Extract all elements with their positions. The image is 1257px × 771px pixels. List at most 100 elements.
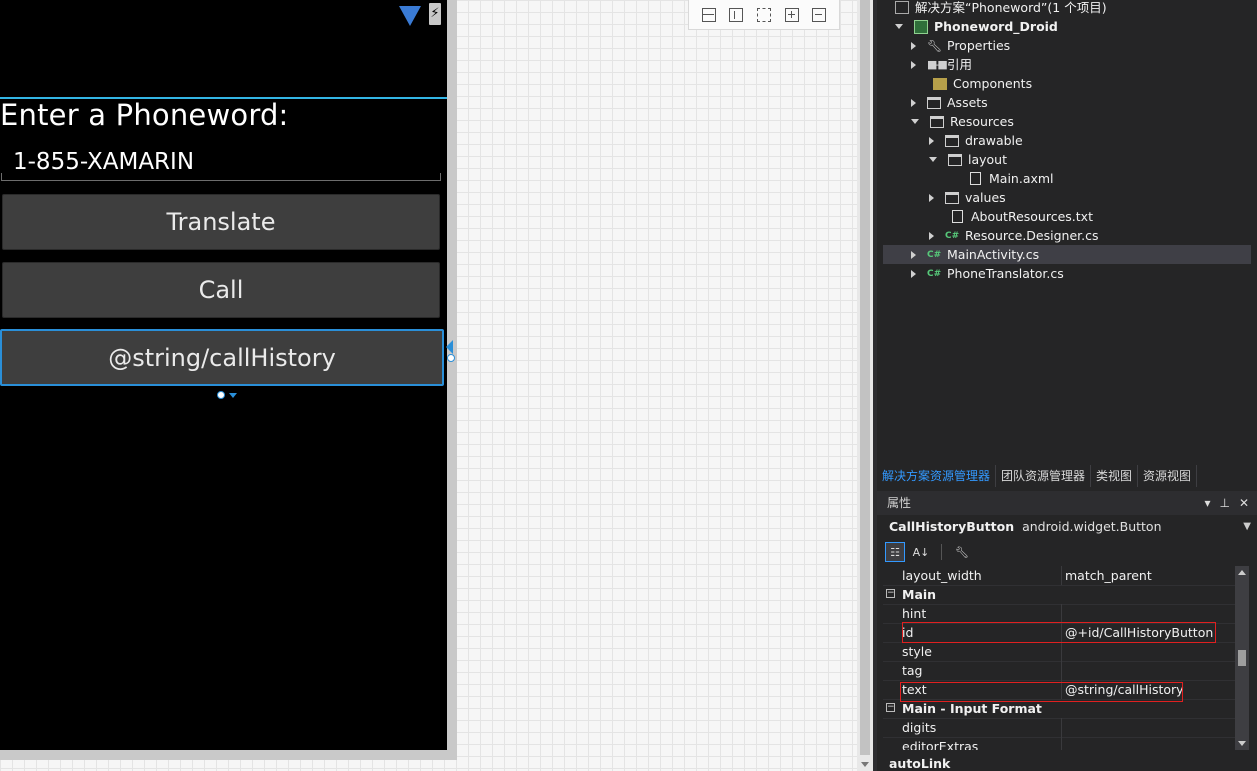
project-node[interactable]: Phoneword_Droid bbox=[895, 17, 1058, 36]
tree-item-label: AboutResources.txt bbox=[971, 209, 1093, 224]
object-selector[interactable]: CallHistoryButton android.widget.Button … bbox=[877, 515, 1257, 539]
tree-item-label: PhoneTranslator.cs bbox=[947, 266, 1064, 281]
tree-item-label: MainActivity.cs bbox=[947, 247, 1040, 262]
property-row-editorextras[interactable]: editorExtras bbox=[883, 737, 1235, 750]
property-grid-scrollbar[interactable] bbox=[1235, 566, 1249, 750]
scroll-down-icon[interactable] bbox=[1238, 741, 1246, 746]
solution-node[interactable]: 解决方案“Phoneword”(1 个项目) bbox=[895, 0, 1107, 17]
layout-view-icon[interactable] bbox=[701, 7, 716, 22]
scrollbar-thumb[interactable] bbox=[860, 0, 870, 755]
scrollbar-thumb[interactable] bbox=[1238, 650, 1246, 666]
close-icon[interactable]: ✕ bbox=[1239, 491, 1249, 515]
property-row-autolink[interactable]: autoLink bbox=[889, 756, 950, 771]
categorized-icon[interactable]: ☷ bbox=[885, 542, 905, 562]
expand-arrow-icon[interactable] bbox=[895, 24, 903, 29]
column-divider bbox=[1061, 718, 1062, 737]
property-pages-icon[interactable]: 🔧︎ bbox=[952, 542, 972, 562]
column-divider bbox=[1061, 661, 1062, 680]
actual-size-icon[interactable] bbox=[729, 7, 744, 22]
property-row-hint[interactable]: hint bbox=[883, 604, 1235, 624]
tree-item-resource-designer[interactable]: C# Resource.Designer.cs bbox=[929, 226, 1099, 245]
collapse-arrow-icon[interactable] bbox=[929, 136, 934, 145]
tree-item-assets[interactable]: Assets bbox=[911, 93, 988, 112]
tree-item-references[interactable]: ■-■ 引用 bbox=[911, 55, 972, 74]
tree-item-components[interactable]: Components bbox=[911, 74, 1032, 93]
collapse-arrow-icon[interactable] bbox=[911, 41, 916, 50]
android-device-preview[interactable]: ⚡ Enter a Phoneword: 1-855-XAMARIN Trans… bbox=[0, 0, 447, 750]
property-value[interactable]: match_parent bbox=[1065, 566, 1152, 585]
tree-item-phonetranslator[interactable]: C# PhoneTranslator.cs bbox=[911, 264, 1064, 283]
category-label: Main - Input Format bbox=[902, 701, 1042, 716]
phoneword-label[interactable]: Enter a Phoneword: bbox=[0, 98, 289, 132]
property-row-tag[interactable]: tag bbox=[883, 661, 1235, 681]
collapse-arrow-icon[interactable] bbox=[911, 269, 916, 278]
tree-item-label: Main.axml bbox=[989, 171, 1054, 186]
property-value[interactable]: @+id/CallHistoryButton bbox=[1065, 623, 1213, 642]
scroll-down-icon[interactable] bbox=[861, 762, 869, 767]
category-main[interactable]: − Main bbox=[883, 585, 1235, 605]
property-row-id[interactable]: id @+id/CallHistoryButton bbox=[883, 623, 1235, 643]
anchor-dot-right[interactable] bbox=[447, 354, 455, 362]
wrench-icon: 🔧︎ bbox=[927, 38, 943, 53]
zoom-in-icon[interactable] bbox=[784, 7, 799, 22]
collapse-arrow-icon[interactable] bbox=[929, 231, 934, 240]
collapse-category-icon[interactable]: − bbox=[886, 703, 895, 712]
property-row-text[interactable]: text @string/callHistory bbox=[883, 680, 1235, 700]
chevron-down-icon[interactable]: ▼ bbox=[1243, 515, 1251, 539]
property-name: digits bbox=[902, 720, 937, 735]
collapse-arrow-icon[interactable] bbox=[911, 60, 916, 69]
call-button[interactable]: Call bbox=[2, 262, 440, 318]
collapse-arrow-icon[interactable] bbox=[911, 250, 916, 259]
dropdown-arrow-icon[interactable]: ▾ bbox=[1204, 491, 1210, 515]
tab-resource-view[interactable]: 资源视图 bbox=[1138, 465, 1198, 487]
fit-to-window-icon[interactable] bbox=[756, 7, 771, 22]
components-icon bbox=[933, 77, 947, 90]
tab-solution-explorer[interactable]: 解决方案资源管理器 bbox=[877, 465, 997, 487]
tree-item-label: Assets bbox=[947, 95, 988, 110]
category-main-input-format[interactable]: − Main - Input Format bbox=[883, 699, 1235, 719]
folder-icon bbox=[930, 115, 944, 128]
property-name: editorExtras bbox=[902, 739, 979, 750]
resize-handle-right[interactable] bbox=[446, 340, 453, 354]
translate-button[interactable]: Translate bbox=[2, 194, 440, 250]
scroll-up-icon[interactable] bbox=[1238, 570, 1246, 575]
collapse-category-icon[interactable]: − bbox=[886, 589, 895, 598]
battery-charging-icon: ⚡ bbox=[429, 3, 441, 25]
property-row-digits[interactable]: digits bbox=[883, 718, 1235, 738]
references-icon: ■-■ bbox=[927, 57, 948, 71]
designer-vertical-scrollbar[interactable] bbox=[857, 0, 873, 771]
pin-icon[interactable]: ⊥ bbox=[1219, 491, 1229, 515]
tree-item-main-axml[interactable]: Main.axml bbox=[970, 169, 1054, 188]
expand-arrow-icon[interactable] bbox=[929, 157, 937, 162]
alphabetical-sort-icon[interactable]: A↓ bbox=[911, 542, 931, 562]
tree-item-properties[interactable]: 🔧︎ Properties bbox=[911, 36, 1010, 55]
tree-item-resources[interactable]: Resources bbox=[911, 112, 1014, 131]
collapse-arrow-icon[interactable] bbox=[929, 193, 934, 202]
resize-handle-bottom[interactable] bbox=[229, 393, 237, 398]
zoom-out-icon[interactable] bbox=[812, 7, 827, 22]
call-history-button[interactable]: @string/callHistory bbox=[0, 329, 444, 386]
properties-title: 属性 bbox=[887, 496, 912, 510]
folder-icon bbox=[945, 134, 959, 147]
column-divider bbox=[1061, 642, 1062, 661]
tab-class-view[interactable]: 类视图 bbox=[1091, 465, 1139, 487]
tree-item-aboutresources[interactable]: AboutResources.txt bbox=[952, 207, 1093, 226]
anchor-dot-bottom[interactable] bbox=[217, 391, 225, 399]
property-name: text bbox=[902, 682, 927, 697]
tab-team-explorer[interactable]: 团队资源管理器 bbox=[996, 465, 1092, 487]
file-icon bbox=[970, 172, 981, 185]
csharp-file-icon: C# bbox=[927, 249, 942, 260]
collapse-arrow-icon[interactable] bbox=[911, 98, 916, 107]
zoom-toolbar bbox=[688, 0, 840, 30]
property-row-layout-width[interactable]: layout_width match_parent bbox=[883, 566, 1235, 586]
property-row-style[interactable]: style bbox=[883, 642, 1235, 662]
property-name: tag bbox=[902, 663, 923, 678]
property-value[interactable]: @string/callHistory bbox=[1065, 680, 1184, 699]
expand-arrow-icon[interactable] bbox=[911, 119, 919, 124]
tree-item-drawable[interactable]: drawable bbox=[929, 131, 1023, 150]
designer-canvas[interactable]: ⚡ Enter a Phoneword: 1-855-XAMARIN Trans… bbox=[0, 0, 857, 771]
tree-item-mainactivity[interactable]: C# MainActivity.cs bbox=[883, 245, 1251, 264]
tree-item-values[interactable]: values bbox=[929, 188, 1006, 207]
phone-number-input[interactable]: 1-855-XAMARIN bbox=[1, 143, 441, 181]
tree-item-layout[interactable]: layout bbox=[929, 150, 1007, 169]
